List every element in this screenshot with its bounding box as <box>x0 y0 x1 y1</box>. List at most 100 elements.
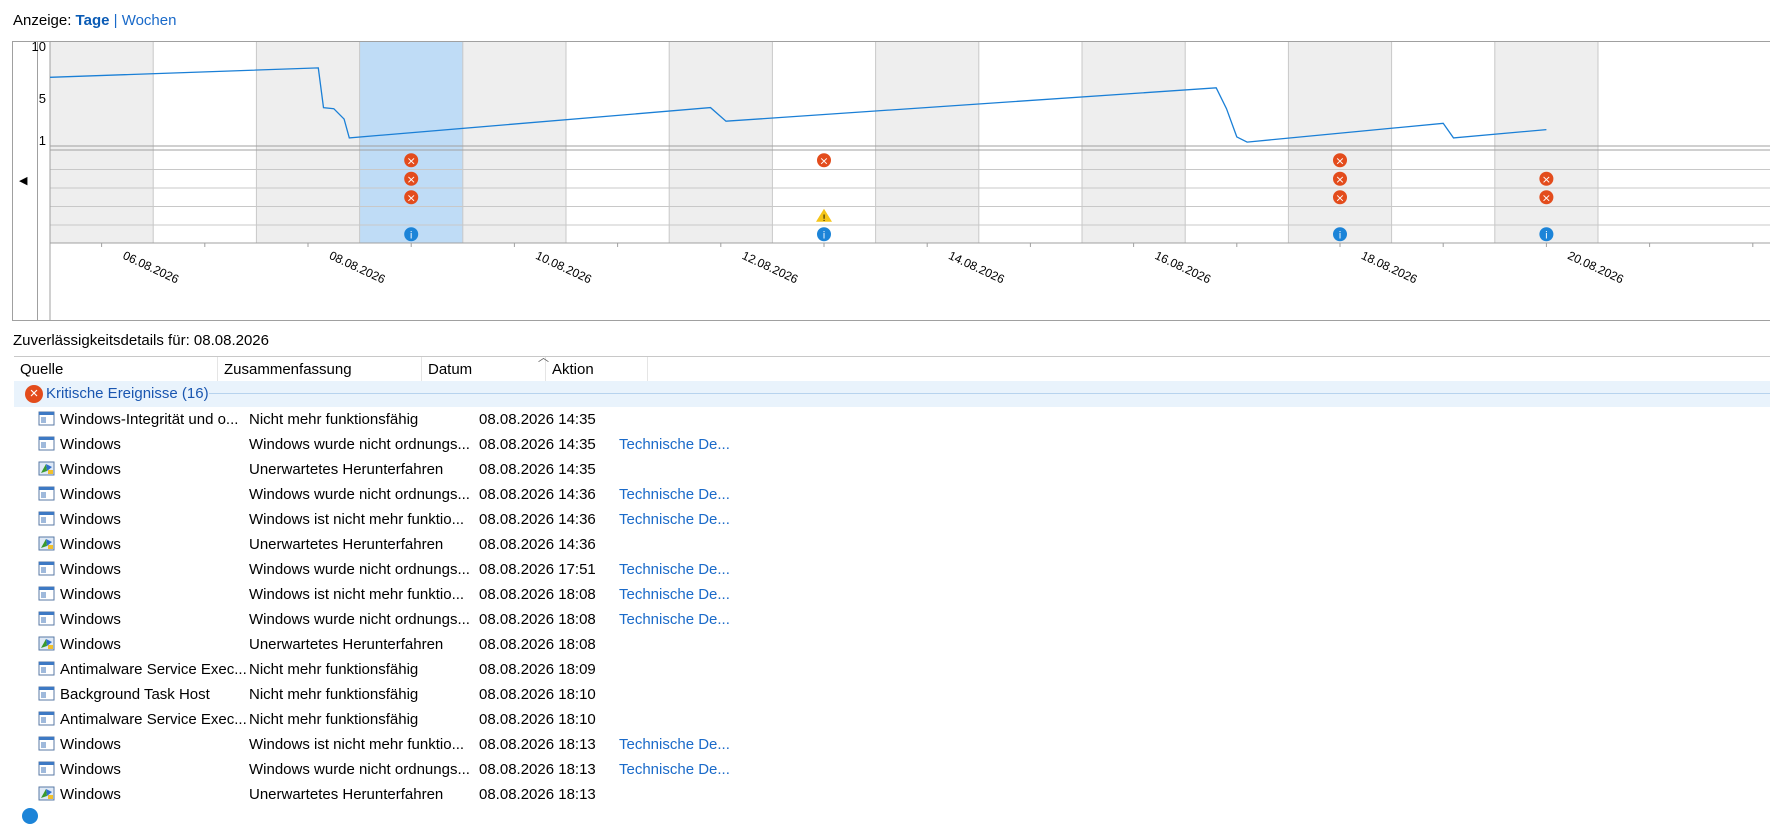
error-marker-glyph: × <box>1335 173 1344 186</box>
cell-date: 08.08.2026 14:35 <box>479 436 596 453</box>
column-header-date[interactable]: Datum <box>422 357 546 382</box>
cell-date: 08.08.2026 14:36 <box>479 536 596 553</box>
x-tick-label: 20.08.2026 <box>1566 248 1627 286</box>
table-row[interactable]: Windows Windows ist nicht mehr funktio...… <box>14 732 1014 757</box>
day-column-10.08 <box>566 42 670 243</box>
view-days-link[interactable]: Tage <box>76 12 110 29</box>
cell-date: 08.08.2026 18:08 <box>479 586 596 603</box>
details-title: Zuverlässigkeitsdetails für: 08.08.2026 <box>13 332 269 349</box>
reliability-chart-canvas[interactable]: 10 5 1 × × × i ×! i × × × i × × i 06.08.2026 08.08.2026 10… <box>13 42 1770 321</box>
y-axis-label: 10 <box>32 42 46 54</box>
cell-source: Background Task Host <box>60 686 210 703</box>
cell-source: Windows-Integrität und o... <box>60 411 239 428</box>
table-row[interactable]: Windows Windows wurde nicht ordnungs... 08… <box>14 482 1014 507</box>
table-row[interactable]: Windows Unerwartetes Herunterfahren 08.08.… <box>14 632 1014 657</box>
view-toggle: Anzeige: Tage | Wochen <box>13 12 176 29</box>
table-row[interactable]: Antimalware Service Exec... Nicht mehr fu… <box>14 707 1014 732</box>
app-window-icon <box>38 511 56 527</box>
column-header-source[interactable]: Quelle <box>14 357 218 382</box>
cell-summary: Windows wurde nicht ordnungs... <box>249 561 470 578</box>
error-marker-glyph: × <box>1335 154 1344 167</box>
cell-date: 08.08.2026 18:13 <box>479 786 596 803</box>
error-marker-glyph: × <box>1335 191 1344 204</box>
table-row[interactable]: Windows Unerwartetes Herunterfahren 08.08.… <box>14 532 1014 557</box>
events-table-body: Windows-Integrität und o... Nicht mehr fu… <box>14 407 1014 807</box>
error-marker-glyph: × <box>407 173 416 186</box>
cell-summary: Windows wurde nicht ordnungs... <box>249 611 470 628</box>
day-column-17.08 <box>1288 42 1392 243</box>
technical-details-link[interactable]: Technische De... <box>619 761 730 778</box>
view-weeks-link[interactable]: Wochen <box>122 12 177 29</box>
day-column-08.08[interactable] <box>359 42 463 243</box>
x-tick-label: 18.08.2026 <box>1359 248 1420 286</box>
day-column-15.08 <box>1082 42 1186 243</box>
view-separator: | <box>113 12 118 29</box>
info-icon <box>22 808 38 824</box>
x-tick-label: 14.08.2026 <box>946 248 1007 286</box>
group-label: Kritische Ereignisse (16) <box>46 385 209 402</box>
column-header-action[interactable]: Aktion <box>546 357 648 382</box>
day-column-16.08 <box>1185 42 1289 243</box>
info-marker-glyph: i <box>823 230 826 241</box>
technical-details-link[interactable]: Technische De... <box>619 611 730 628</box>
column-header-summary[interactable]: Zusammenfassung <box>218 357 422 382</box>
cell-date: 08.08.2026 18:08 <box>479 611 596 628</box>
table-row[interactable]: Windows Windows wurde nicht ordnungs... 08… <box>14 607 1014 632</box>
windows-shutdown-icon <box>38 461 56 477</box>
cell-date: 08.08.2026 18:09 <box>479 661 596 678</box>
error-marker-glyph: × <box>819 154 828 167</box>
reliability-chart[interactable]: ◀ 10 5 1 × × × i ×! i × × × i × × i 06.08.2026 08.08.2026… <box>12 41 1770 321</box>
table-row[interactable]: Windows Unerwartetes Herunterfahren 08.08.… <box>14 782 1014 807</box>
cell-source: Windows <box>60 611 121 628</box>
table-row[interactable]: Antimalware Service Exec... Nicht mehr fu… <box>14 657 1014 682</box>
technical-details-link[interactable]: Technische De... <box>619 436 730 453</box>
cell-summary: Nicht mehr funktionsfähig <box>249 661 419 678</box>
cell-source: Antimalware Service Exec... <box>60 661 247 678</box>
technical-details-link[interactable]: Technische De... <box>619 586 730 603</box>
view-label: Anzeige: <box>13 12 72 29</box>
x-tick-label: 06.08.2026 <box>121 248 182 286</box>
day-column-05.08 <box>50 42 154 243</box>
day-column-18.08 <box>1391 42 1495 243</box>
cell-date: 08.08.2026 18:08 <box>479 636 596 653</box>
table-row[interactable]: Background Task Host Nicht mehr funktions… <box>14 682 1014 707</box>
day-column-20.08 <box>1598 42 1702 243</box>
y-axis-label: 5 <box>39 91 46 106</box>
technical-details-link[interactable]: Technische De... <box>619 561 730 578</box>
error-marker-glyph: × <box>407 191 416 204</box>
cell-summary: Windows wurde nicht ordnungs... <box>249 761 470 778</box>
cell-summary: Windows wurde nicht ordnungs... <box>249 486 470 503</box>
cell-source: Windows <box>60 736 121 753</box>
cell-date: 08.08.2026 18:13 <box>479 736 596 753</box>
app-window-icon <box>38 711 56 727</box>
info-marker-glyph: i <box>1339 230 1342 241</box>
cell-source: Antimalware Service Exec... <box>60 711 247 728</box>
app-window-icon <box>38 736 56 752</box>
technical-details-link[interactable]: Technische De... <box>619 511 730 528</box>
table-row[interactable]: Windows Windows wurde nicht ordnungs... 08… <box>14 557 1014 582</box>
cell-source: Windows <box>60 486 121 503</box>
cell-summary: Windows ist nicht mehr funktio... <box>249 586 465 603</box>
technical-details-link[interactable]: Technische De... <box>619 736 730 753</box>
table-row[interactable]: Windows-Integrität und o... Nicht mehr fu… <box>14 407 1014 432</box>
x-tick-label: 12.08.2026 <box>740 248 801 286</box>
cell-summary: Windows wurde nicht ordnungs... <box>249 436 470 453</box>
cell-summary: Nicht mehr funktionsfähig <box>249 711 419 728</box>
x-tick-label: 16.08.2026 <box>1153 248 1214 286</box>
group-critical-events[interactable]: × Kritische Ereignisse (16) <box>14 381 1770 407</box>
technical-details-link[interactable]: Technische De... <box>619 486 730 503</box>
day-column-07.08 <box>256 42 360 243</box>
app-window-icon <box>38 661 56 677</box>
day-column-11.08 <box>669 42 773 243</box>
table-row[interactable]: Windows Windows wurde nicht ordnungs... 08… <box>14 432 1014 457</box>
table-row[interactable]: Windows Windows ist nicht mehr funktio...… <box>14 582 1014 607</box>
cell-summary: Unerwartetes Herunterfahren <box>249 536 444 553</box>
cell-source: Windows <box>60 436 121 453</box>
cell-date: 08.08.2026 14:36 <box>479 511 596 528</box>
table-row[interactable]: Windows Windows wurde nicht ordnungs... 08… <box>14 757 1014 782</box>
cell-summary: Windows ist nicht mehr funktio... <box>249 511 465 528</box>
table-row[interactable]: Windows Windows ist nicht mehr funktio...… <box>14 507 1014 532</box>
table-row[interactable]: Windows Unerwartetes Herunterfahren 08.08.… <box>14 457 1014 482</box>
cell-source: Windows <box>60 511 121 528</box>
x-tick-label: 10.08.2026 <box>534 248 595 286</box>
